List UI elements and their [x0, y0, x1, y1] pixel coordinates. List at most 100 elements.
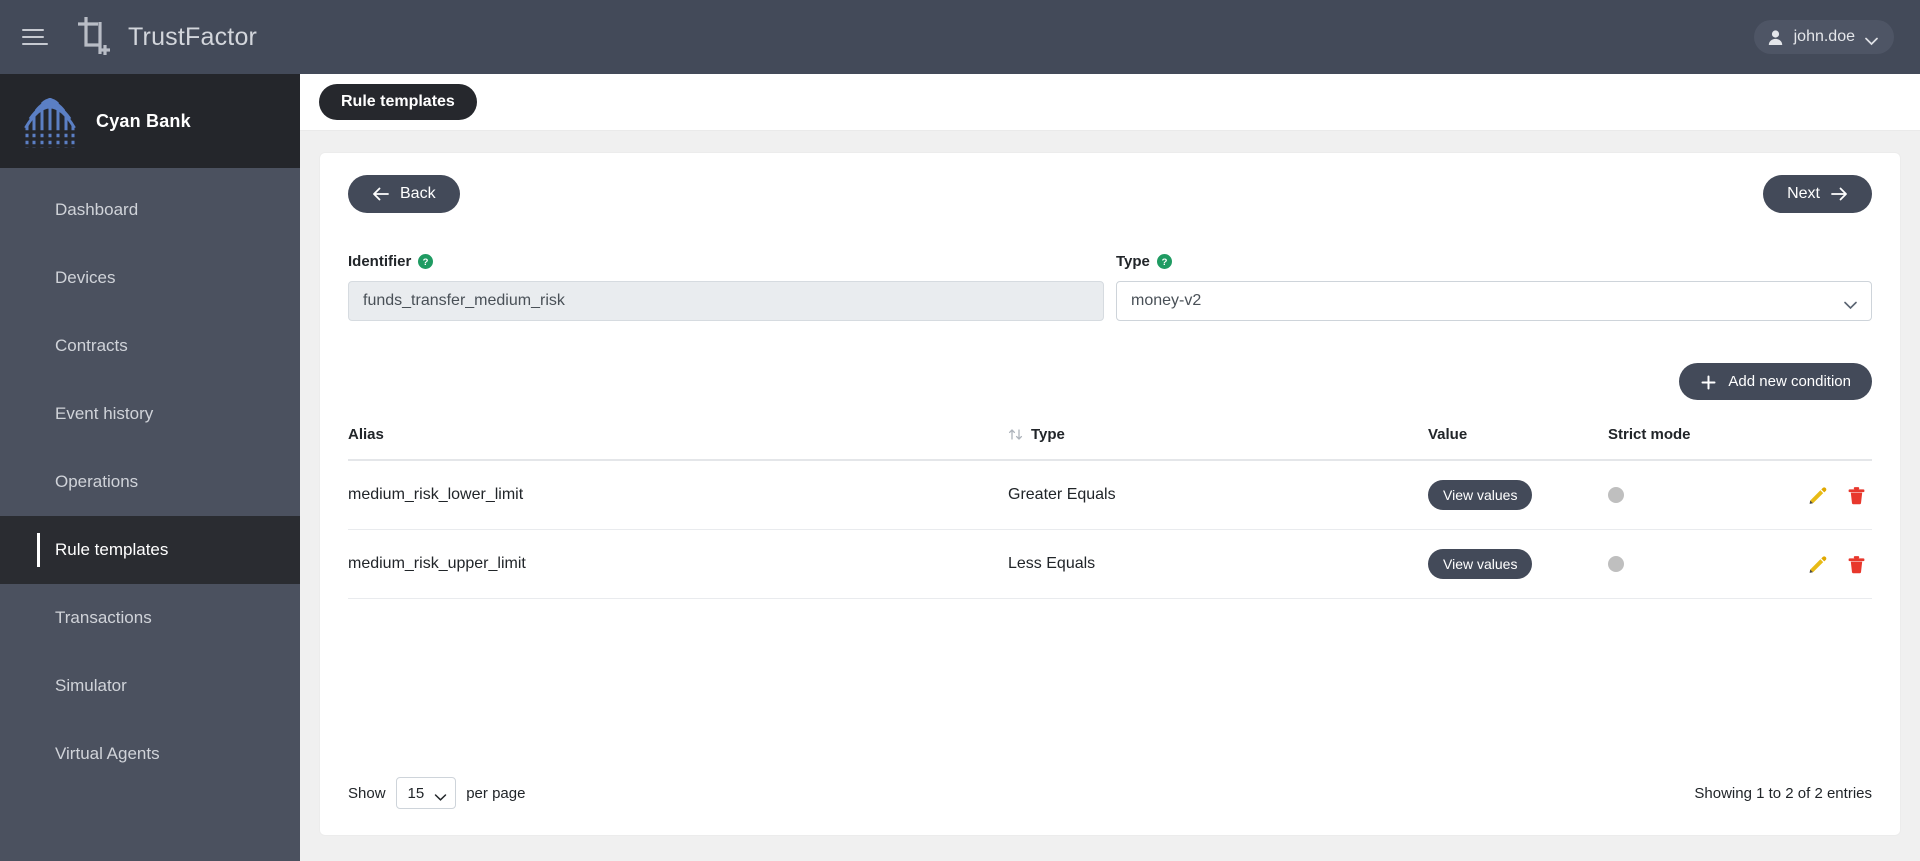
sidebar-item-virtual-agents[interactable]: Virtual Agents	[0, 720, 300, 788]
back-button-label: Back	[400, 185, 436, 202]
user-avatar-icon	[1767, 29, 1784, 46]
table-footer: Show 15 per page Showing 1 to 2 of 2 ent…	[348, 777, 1872, 835]
sidebar-item-label: Operations	[55, 472, 139, 491]
sidebar-item-label: Virtual Agents	[55, 744, 160, 763]
column-header-type-label: Type	[1031, 426, 1065, 443]
svg-text:?: ?	[423, 257, 429, 268]
help-circle-icon[interactable]: ?	[418, 254, 434, 269]
sidebar-item-label: Devices	[55, 268, 116, 287]
user-name-label: john.doe	[1793, 28, 1855, 45]
view-values-button[interactable]: View values	[1428, 480, 1533, 510]
sort-updown-icon[interactable]	[1008, 427, 1023, 442]
table-row: medium_risk_lower_limit Greater Equals V…	[348, 460, 1872, 530]
cell-alias: medium_risk_lower_limit	[348, 460, 1008, 530]
type-select[interactable]: money-v2	[1116, 281, 1872, 321]
sidebar-item-simulator[interactable]: Simulator	[0, 652, 300, 720]
column-header-actions	[1798, 426, 1872, 461]
per-page-select[interactable]: 15	[395, 777, 457, 809]
hamburger-menu-icon[interactable]	[22, 27, 48, 47]
cell-type: Less Equals	[1008, 529, 1428, 599]
breadcrumb-rule-templates[interactable]: Rule templates	[319, 84, 477, 120]
breadcrumb-bar: Rule templates	[300, 74, 1920, 131]
chevron-down-icon	[434, 789, 447, 801]
table-body: medium_risk_lower_limit Greater Equals V…	[348, 460, 1872, 599]
sidebar-navigation: Dashboard Devices Contracts Event histor…	[0, 168, 300, 788]
organization-header: Cyan Bank	[0, 74, 300, 168]
cell-value: View values	[1428, 460, 1608, 530]
chevron-down-icon	[1844, 297, 1857, 309]
sidebar-item-transactions[interactable]: Transactions	[0, 584, 300, 652]
type-label: Type	[1116, 253, 1150, 270]
sidebar-item-event-history[interactable]: Event history	[0, 380, 300, 448]
add-new-condition-label: Add new condition	[1728, 373, 1851, 390]
body-wrapper: Cyan Bank Dashboard Devices Contracts Ev…	[0, 74, 1920, 861]
next-button[interactable]: Next	[1763, 175, 1872, 213]
sidebar-item-dashboard[interactable]: Dashboard	[0, 176, 300, 244]
content-padding: Back Next Identifier ? funds_transfer_me…	[300, 131, 1920, 861]
cell-alias: medium_risk_upper_limit	[348, 529, 1008, 599]
add-condition-row: Add new condition	[348, 363, 1872, 400]
column-header-strict-mode: Strict mode	[1608, 426, 1798, 461]
application-root: TrustFactor john.doe Cyan Bank Dashboard…	[0, 0, 1920, 861]
chevron-down-icon	[1865, 33, 1878, 45]
per-page-value: 15	[407, 784, 425, 802]
trustfactor-logo-icon	[70, 14, 114, 60]
cell-actions	[1798, 529, 1872, 599]
add-new-condition-button[interactable]: Add new condition	[1679, 363, 1872, 400]
table-header-row: Alias Type Value Strict mode	[348, 426, 1872, 461]
per-page-label: per page	[466, 784, 526, 802]
user-menu-button[interactable]: john.doe	[1753, 20, 1894, 54]
form-row: Identifier ? funds_transfer_medium_risk	[348, 253, 1872, 321]
strict-mode-toggle[interactable]	[1608, 556, 1624, 572]
sidebar: Cyan Bank Dashboard Devices Contracts Ev…	[0, 74, 300, 861]
sidebar-item-label: Simulator	[55, 676, 127, 695]
type-field-group: Type ? money-v2	[1116, 253, 1872, 321]
column-header-type[interactable]: Type	[1008, 426, 1428, 461]
arrow-right-icon	[1831, 187, 1848, 201]
identifier-input[interactable]: funds_transfer_medium_risk	[348, 281, 1104, 321]
per-page-group: Show 15 per page	[348, 777, 525, 809]
cell-strict-mode	[1608, 460, 1798, 530]
cell-value: View values	[1428, 529, 1608, 599]
sidebar-item-rule-templates[interactable]: Rule templates	[0, 516, 300, 584]
column-header-value-label: Value	[1428, 426, 1468, 443]
identifier-label: Identifier	[348, 253, 412, 270]
cell-strict-mode	[1608, 529, 1798, 599]
arrow-left-icon	[372, 187, 389, 201]
entries-summary: Showing 1 to 2 of 2 entries	[1694, 784, 1872, 802]
column-header-alias-label: Alias	[348, 426, 384, 443]
help-circle-icon[interactable]: ?	[1156, 254, 1172, 269]
strict-mode-toggle[interactable]	[1608, 487, 1624, 503]
sidebar-item-operations[interactable]: Operations	[0, 448, 300, 516]
sidebar-item-label: Dashboard	[55, 200, 139, 219]
plus-icon	[1700, 375, 1717, 389]
sidebar-item-contracts[interactable]: Contracts	[0, 312, 300, 380]
cell-type: Greater Equals	[1008, 460, 1428, 530]
cell-actions	[1798, 460, 1872, 530]
svg-text:?: ?	[1162, 257, 1168, 268]
main-content: Rule templates Back Next Identifier ? fu…	[300, 74, 1920, 861]
sidebar-item-label: Transactions	[55, 608, 152, 627]
table-header: Alias Type Value Strict mode	[348, 426, 1872, 461]
column-header-alias[interactable]: Alias	[348, 426, 1008, 461]
brand-name: TrustFactor	[128, 22, 258, 51]
view-values-button[interactable]: View values	[1428, 549, 1533, 579]
organization-name: Cyan Bank	[96, 110, 191, 131]
rule-template-card: Back Next Identifier ? funds_transfer_me…	[320, 153, 1900, 835]
navigation-button-row: Back Next	[348, 175, 1872, 213]
pencil-icon[interactable]	[1808, 555, 1827, 574]
column-header-value: Value	[1428, 426, 1608, 461]
back-button[interactable]: Back	[348, 175, 460, 213]
pencil-icon[interactable]	[1808, 486, 1827, 505]
trash-icon[interactable]	[1847, 555, 1866, 574]
identifier-label-row: Identifier ?	[348, 253, 1104, 270]
top-navigation-bar: TrustFactor john.doe	[0, 0, 1920, 74]
cyan-bank-logo-icon	[22, 92, 78, 150]
trash-icon[interactable]	[1847, 486, 1866, 505]
sidebar-item-devices[interactable]: Devices	[0, 244, 300, 312]
type-select-value: money-v2	[1131, 292, 1202, 309]
show-label: Show	[348, 784, 386, 802]
sidebar-item-label: Rule templates	[55, 540, 169, 559]
conditions-table: Alias Type Value Strict mode medium_risk…	[348, 426, 1872, 599]
identifier-field-group: Identifier ? funds_transfer_medium_risk	[348, 253, 1104, 321]
